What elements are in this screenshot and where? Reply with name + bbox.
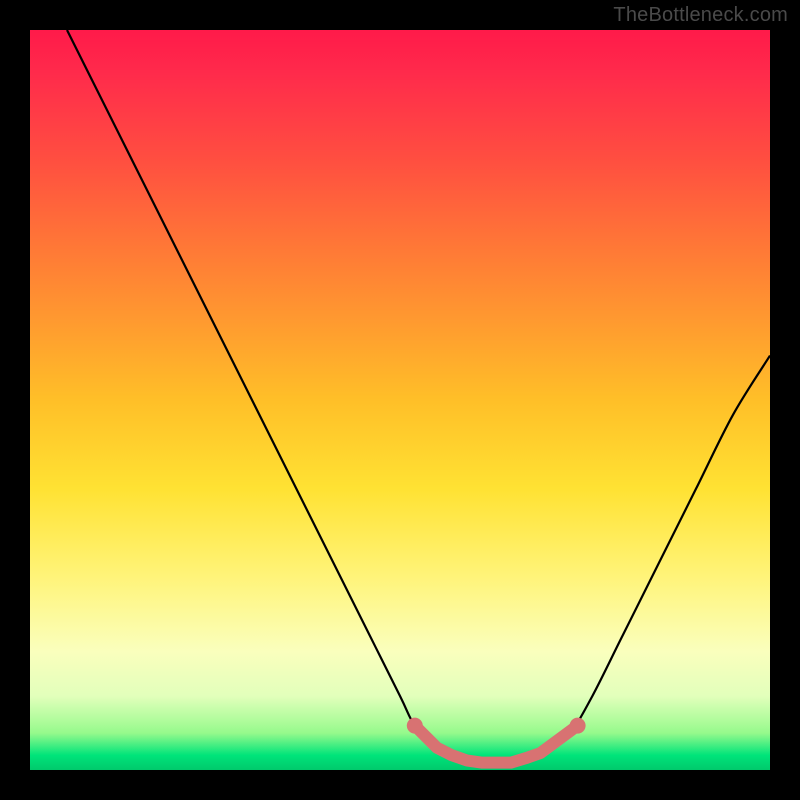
curve-markers <box>407 718 586 763</box>
trough-ribbon <box>415 726 578 763</box>
trough-end-dot <box>570 718 586 734</box>
chart-frame: TheBottleneck.com <box>0 0 800 800</box>
curve-path <box>67 30 770 763</box>
bottleneck-curve <box>30 30 770 770</box>
trough-start-dot <box>407 718 423 734</box>
plot-area <box>30 30 770 770</box>
watermark-text: TheBottleneck.com <box>613 4 788 27</box>
